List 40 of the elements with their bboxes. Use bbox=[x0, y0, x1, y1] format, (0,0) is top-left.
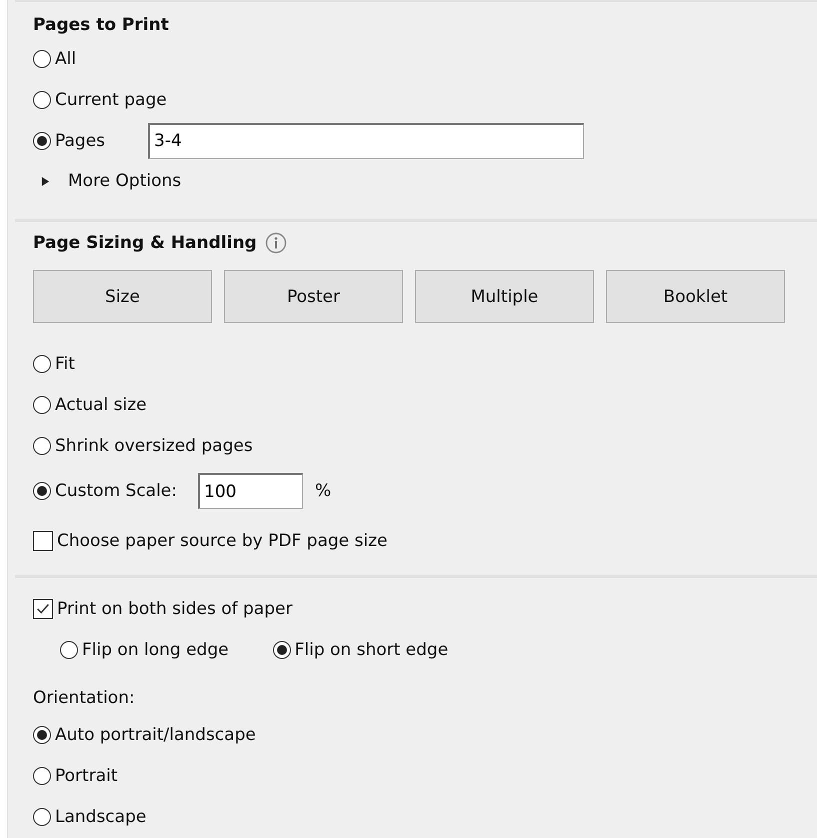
radio-icon[interactable] bbox=[33, 132, 51, 150]
checkbox-option[interactable]: Print on both sides of paper bbox=[33, 598, 292, 618]
radio-option[interactable]: All bbox=[33, 48, 76, 68]
radio-option[interactable]: Custom Scale: bbox=[33, 481, 177, 501]
checkbox-option[interactable]: Choose paper source by PDF page size bbox=[33, 530, 388, 550]
mode-button[interactable]: Booklet bbox=[606, 270, 785, 323]
section-title: Pages to Print bbox=[33, 14, 169, 37]
checkbox-icon[interactable] bbox=[33, 530, 53, 550]
radio-option[interactable]: Shrink oversized pages bbox=[33, 436, 253, 456]
radio-icon[interactable] bbox=[33, 726, 51, 744]
radio-icon[interactable] bbox=[272, 640, 291, 658]
radio-option[interactable]: Actual size bbox=[33, 394, 147, 414]
radio-option[interactable]: Pages bbox=[33, 130, 106, 150]
section-title: Page Sizing & Handling bbox=[33, 232, 257, 255]
radio-icon[interactable] bbox=[33, 436, 51, 454]
unit-label: % bbox=[315, 481, 332, 501]
pages-field[interactable]: 3-4 bbox=[148, 122, 584, 158]
radio-icon[interactable] bbox=[33, 482, 51, 500]
mode-button[interactable]: Multiple bbox=[415, 270, 594, 323]
radio-option[interactable]: Landscape bbox=[33, 806, 146, 826]
radio-icon[interactable] bbox=[33, 354, 51, 372]
scale-field[interactable]: 100 bbox=[198, 473, 303, 509]
info-icon[interactable] bbox=[264, 232, 287, 254]
radio-option[interactable]: Flip on long edge bbox=[60, 640, 229, 660]
radio-icon[interactable] bbox=[33, 90, 51, 108]
more-options-toggle[interactable]: More Options bbox=[33, 161, 817, 201]
checkbox-icon[interactable] bbox=[33, 598, 53, 618]
radio-icon[interactable] bbox=[33, 766, 51, 784]
orientation-label: Orientation: bbox=[33, 687, 135, 710]
radio-icon[interactable] bbox=[33, 396, 51, 414]
radio-option[interactable]: Current page bbox=[33, 90, 167, 110]
radio-option[interactable]: Portrait bbox=[33, 766, 118, 786]
radio-icon[interactable] bbox=[33, 50, 51, 68]
mode-button[interactable]: Size bbox=[33, 270, 212, 323]
radio-icon[interactable] bbox=[60, 640, 78, 658]
radio-option[interactable]: Auto portrait/landscape bbox=[33, 724, 256, 744]
radio-option[interactable]: Flip on short edge bbox=[272, 640, 448, 660]
radio-option[interactable]: Fit bbox=[33, 354, 75, 374]
radio-icon[interactable] bbox=[33, 808, 51, 826]
mode-button[interactable]: Poster bbox=[224, 270, 403, 323]
